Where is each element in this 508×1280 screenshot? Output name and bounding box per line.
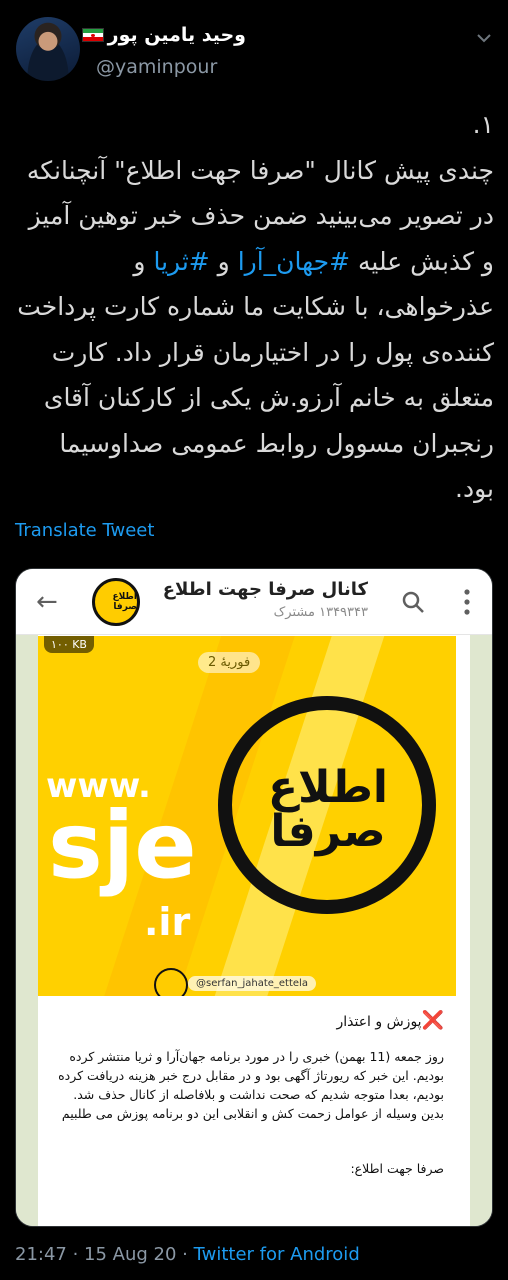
post-text: ❌پوزش و اعتذار روز جمعه (11 بهمن) خبری ر…: [38, 996, 456, 1226]
url-ir: .ir: [144, 900, 191, 944]
hashtag-link[interactable]: #ثریا: [153, 247, 209, 276]
translate-tweet-link[interactable]: Translate Tweet: [15, 520, 154, 541]
tweet-source-link[interactable]: Twitter for Android: [194, 1244, 360, 1265]
post-image: ۱۰۰ KB فوریهٔ 2 اطلاع صرفا www. sje .ir …: [38, 636, 456, 996]
author-name-row[interactable]: وحید یامین پور: [81, 24, 246, 46]
meta-separator: ·: [66, 1244, 85, 1265]
thread-number: ۱.: [472, 110, 494, 139]
channel-title: کانال صرفا جهت اطلاع: [162, 579, 368, 600]
tweet: وحید یامین پور @yaminpour ۱. چندی پیش کا…: [0, 0, 508, 1280]
author-handle[interactable]: @yaminpour: [96, 56, 217, 78]
instagram-handle: @serfan_jahate_ettela: [188, 976, 316, 991]
channel-subscribers: ۱۳۴۹۳۴۳ مشترک: [273, 605, 368, 620]
tweet-date[interactable]: 15 Aug 20: [84, 1244, 176, 1265]
post-signature: صرفا جهت اطلاع:: [350, 1161, 444, 1176]
tweet-meta: 21:47 · 15 Aug 20 · Twitter for Android: [15, 1244, 360, 1265]
telegram-header: ← اطلاع صرفا کانال صرفا جهت اطلاع ۱۳۴۹۳۴…: [16, 569, 492, 635]
date-pill: فوریهٔ 2: [198, 652, 261, 673]
chat-background: [16, 635, 38, 1226]
post-heading-text: پوزش و اعتذار: [336, 1014, 422, 1030]
tweet-text-part: و: [209, 246, 238, 276]
more-vert-icon: [464, 589, 470, 615]
post-body: روز جمعه (11 بهمن) خبری را در مورد برنام…: [58, 1049, 444, 1121]
avatar[interactable]: [16, 17, 80, 81]
logo-lettering: اطلاع صرفا: [268, 762, 388, 857]
chat-background: [470, 635, 492, 1226]
author-display-name[interactable]: وحید یامین پور: [108, 24, 246, 46]
tweet-media-image[interactable]: ← اطلاع صرفا کانال صرفا جهت اطلاع ۱۳۴۹۳۴…: [15, 568, 493, 1227]
channel-logo: اطلاع صرفا: [92, 578, 140, 626]
tweet-time[interactable]: 21:47: [15, 1244, 67, 1265]
search-icon: [402, 591, 424, 613]
post-heading: ❌پوزش و اعتذار: [50, 1010, 444, 1031]
iran-flag-icon: [81, 28, 104, 42]
meta-separator: ·: [176, 1244, 194, 1265]
chevron-down-icon[interactable]: [474, 28, 494, 48]
tweet-text: ۱. چندی پیش کانال "صرفا جهت اطلاع" آنچنا…: [14, 102, 494, 512]
file-size-badge: ۱۰۰ KB: [44, 636, 94, 653]
tweet-text-part: و عذرخواهی، با شکایت ما شماره کارت پرداخ…: [17, 246, 494, 504]
cross-mark-icon: ❌: [421, 1010, 444, 1031]
url-sje: sje: [48, 792, 197, 899]
channel-logo-text: اطلاع صرفا: [112, 592, 137, 612]
hashtag-link[interactable]: #جهان_آرا: [238, 247, 350, 276]
back-arrow-icon: ←: [36, 587, 58, 617]
mini-logo: [154, 968, 188, 996]
